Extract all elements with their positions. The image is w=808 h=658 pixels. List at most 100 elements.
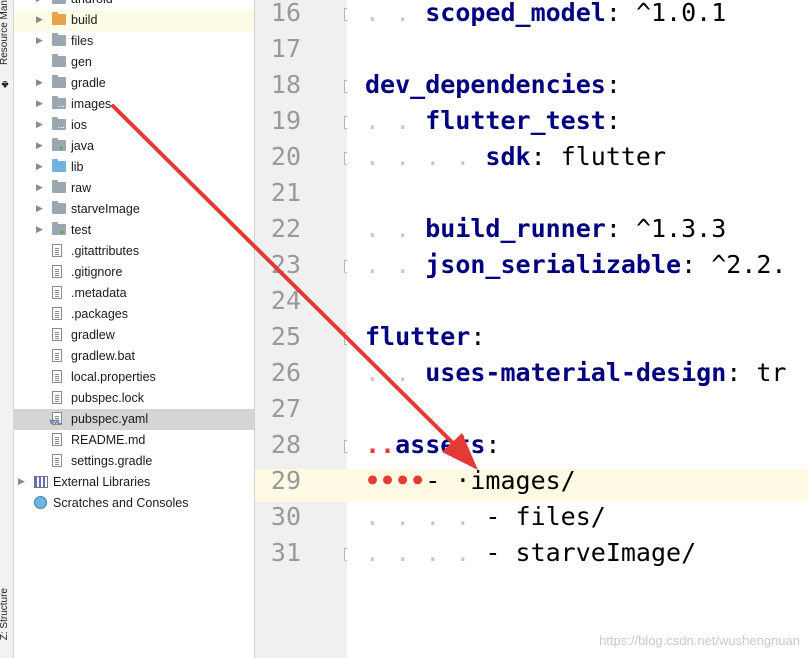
tree-item-gitignore[interactable]: .gitignore <box>14 262 254 283</box>
tree-item-build[interactable]: ▶ build <box>14 10 254 31</box>
expand-arrow-icon[interactable]: ▶ <box>36 224 43 235</box>
expand-arrow-icon[interactable]: ▶ <box>36 203 43 214</box>
tree-item-android[interactable]: ▶ android <box>14 0 254 10</box>
scratch-icon <box>34 496 47 509</box>
tree-item-label: External Libraries <box>53 475 151 489</box>
tree-item-label: README.md <box>71 433 146 447</box>
tree-item-readme-md[interactable]: README.md <box>14 430 254 451</box>
tree-item-images[interactable]: ▶ ··· images <box>14 94 254 115</box>
expand-arrow-icon[interactable]: ▶ <box>36 0 43 4</box>
code-line: . . . . sdk: flutter <box>365 142 667 171</box>
code-line: . . scoped_model: ^1.0.1 <box>365 0 727 27</box>
file-icon <box>52 244 62 257</box>
editor-gutter: 16 17 18 19 20 21 22 23 24 25 26 27 28 29 30 31 <box>255 0 357 658</box>
line-number: 23 <box>270 250 301 279</box>
tree-item-external-libraries[interactable]: ▶ External Libraries <box>14 472 254 493</box>
file-icon <box>52 454 62 467</box>
tree-item-metadata[interactable]: .metadata <box>14 283 254 304</box>
tree-item-label: pubspec.yaml <box>71 412 149 426</box>
expand-arrow-icon[interactable]: ▶ <box>36 182 43 193</box>
tree-item-files[interactable]: ▶ files <box>14 31 254 52</box>
tree-item-gen[interactable]: gen <box>14 52 254 73</box>
watermark: https://blog.csdn.net/wushengnuan <box>599 633 800 648</box>
line-number: 20 <box>270 142 301 171</box>
tree-item-starveimage[interactable]: ▶ starveImage <box>14 199 254 220</box>
library-icon <box>34 476 48 488</box>
folder-icon <box>52 180 66 193</box>
code-editor[interactable]: . . scoped_model: ^1.0.1 dev_dependencies… <box>347 0 808 658</box>
line-number: 16 <box>270 0 301 27</box>
tree-item-gradlew-bat[interactable]: gradlew.bat <box>14 346 254 367</box>
expand-arrow-icon[interactable]: ▶ <box>36 98 43 109</box>
file-icon <box>52 349 62 362</box>
tree-item-label: lib <box>71 160 84 174</box>
folder-icon <box>52 159 66 172</box>
tree-item-ios[interactable]: ▶ ··· ios <box>14 115 254 136</box>
folder-icon: ··· <box>52 117 66 132</box>
folder-icon <box>52 33 66 46</box>
tree-item-pubspec-lock[interactable]: pubspec.lock <box>14 388 254 409</box>
folder-icon <box>52 12 66 25</box>
line-number: 30 <box>270 502 301 531</box>
tree-item-scratches-and-consoles[interactable]: Scratches and Consoles <box>14 493 254 514</box>
expand-arrow-icon[interactable]: ▶ <box>36 161 43 172</box>
file-icon <box>52 391 62 404</box>
tree-item-settings-gradle[interactable]: settings.gradle <box>14 451 254 472</box>
tree-item-packages[interactable]: .packages <box>14 304 254 325</box>
tree-item-label: files <box>71 34 94 48</box>
line-number: 31 <box>270 538 301 567</box>
tree-item-test[interactable]: ▶ ● test <box>14 220 254 241</box>
tree-item-label: .packages <box>71 307 128 321</box>
structure-tab[interactable]: Z: Structure <box>0 588 10 640</box>
code-line: . . json_serializable: ^2.2. <box>365 250 787 279</box>
line-number: 22 <box>270 214 301 243</box>
tree-item-label: ios <box>71 118 87 132</box>
tree-item-label: .metadata <box>71 286 127 300</box>
expand-arrow-icon[interactable]: ▶ <box>36 77 43 88</box>
resource-manager-tab[interactable]: Resource Man <box>0 0 10 65</box>
code-line: ••••- ·images/ <box>365 466 576 495</box>
file-icon <box>52 307 62 320</box>
line-number: 25 <box>270 322 301 351</box>
expand-arrow-icon[interactable]: ▶ <box>36 119 43 130</box>
expand-arrow-icon[interactable]: ▶ <box>18 476 25 487</box>
code-line: dev_dependencies: <box>365 70 621 99</box>
code-line: . . build_runner: ^1.3.3 <box>365 214 727 243</box>
file-icon <box>52 265 62 278</box>
line-number: 21 <box>270 178 301 207</box>
code-line: . . . . - files/ <box>365 502 606 531</box>
expand-arrow-icon[interactable]: ▶ <box>36 35 43 46</box>
project-tree: ▶ android ▶ build ▶ files gen ▶ gradle ▶ ··· images… <box>14 0 254 658</box>
code-line: . . uses-material-design: tr <box>365 358 787 387</box>
file-icon: YML <box>49 412 62 426</box>
expand-arrow-icon[interactable]: ▶ <box>36 14 43 25</box>
line-number: 29 <box>270 466 301 495</box>
file-icon <box>52 328 62 341</box>
tree-item-java[interactable]: ▶ ● java <box>14 136 254 157</box>
line-number: 17 <box>270 34 301 63</box>
tree-item-raw[interactable]: ▶ raw <box>14 178 254 199</box>
tree-item-gradlew[interactable]: gradlew <box>14 325 254 346</box>
tree-item-label: Scratches and Consoles <box>53 496 189 510</box>
line-number: 19 <box>270 106 301 135</box>
tree-item-label: build <box>71 13 98 27</box>
file-icon <box>52 370 62 383</box>
tree-item-label: settings.gradle <box>71 454 153 468</box>
tree-item-label: gradle <box>71 76 106 90</box>
expand-arrow-icon[interactable]: ▶ <box>36 140 43 151</box>
line-number: 27 <box>270 394 301 423</box>
resource-manager-icon[interactable]: ♣ <box>0 78 11 90</box>
line-number: 26 <box>270 358 301 387</box>
tree-item-label: test <box>71 223 92 237</box>
folder-icon <box>52 201 66 214</box>
folder-icon <box>52 54 66 67</box>
tree-item-pubspec-yaml[interactable]: YML pubspec.yaml <box>14 409 254 430</box>
code-line: ..assets: <box>365 430 501 459</box>
tree-item-label: starveImage <box>71 202 140 216</box>
tree-item-gradle[interactable]: ▶ gradle <box>14 73 254 94</box>
tree-item-lib[interactable]: ▶ lib <box>14 157 254 178</box>
folder-icon: ● <box>52 138 66 152</box>
tree-item-gitattributes[interactable]: .gitattributes <box>14 241 254 262</box>
tree-item-label: android <box>71 0 113 6</box>
tree-item-local-properties[interactable]: local.properties <box>14 367 254 388</box>
